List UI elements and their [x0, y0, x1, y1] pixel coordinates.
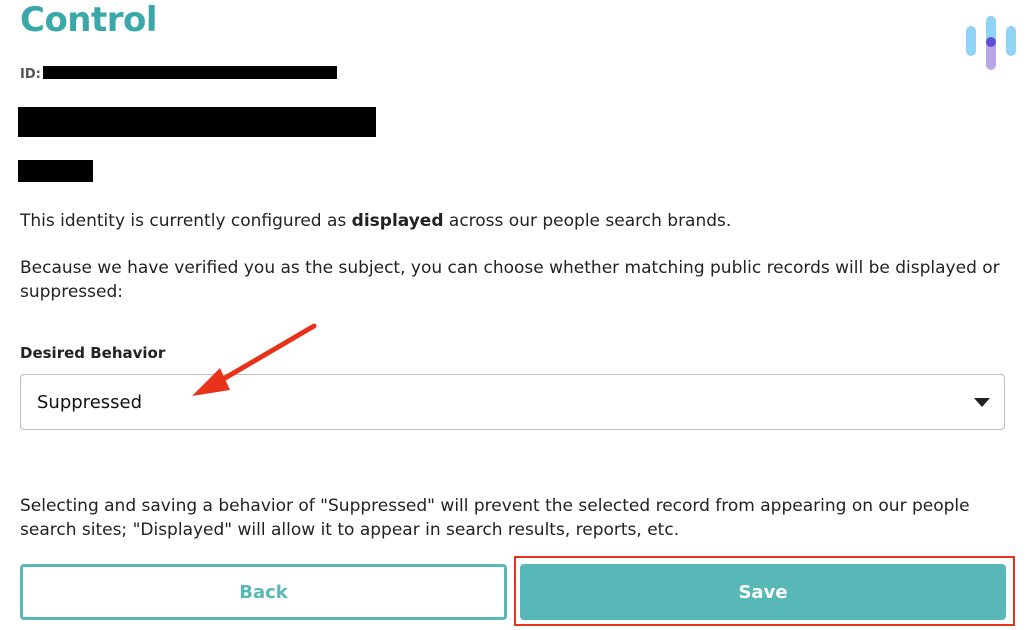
- brand-logo-icon: [966, 16, 1016, 70]
- status-text: This identity is currently configured as…: [20, 209, 731, 233]
- status-suffix: across our people search brands.: [443, 211, 732, 231]
- desired-behavior-select[interactable]: Suppressed: [20, 374, 1005, 430]
- desired-behavior-label: Desired Behavior: [20, 344, 166, 362]
- id-label: ID:: [20, 66, 41, 82]
- save-button[interactable]: Save: [520, 564, 1006, 620]
- page-title: Control: [20, 0, 158, 40]
- caret-down-icon: [974, 397, 990, 407]
- status-value: displayed: [351, 211, 444, 231]
- redacted-detail: [18, 160, 93, 182]
- redacted-name: [18, 107, 376, 137]
- explanation-text: Selecting and saving a behavior of "Supp…: [20, 496, 970, 540]
- redacted-id: [42, 65, 337, 79]
- status-prefix: This identity is currently configured as: [20, 211, 352, 231]
- back-button[interactable]: Back: [20, 564, 507, 620]
- record-id-row: ID:: [20, 64, 337, 84]
- selected-behavior-value: Suppressed: [37, 391, 143, 413]
- choice-text: Because we have verified you as the subj…: [20, 258, 1000, 302]
